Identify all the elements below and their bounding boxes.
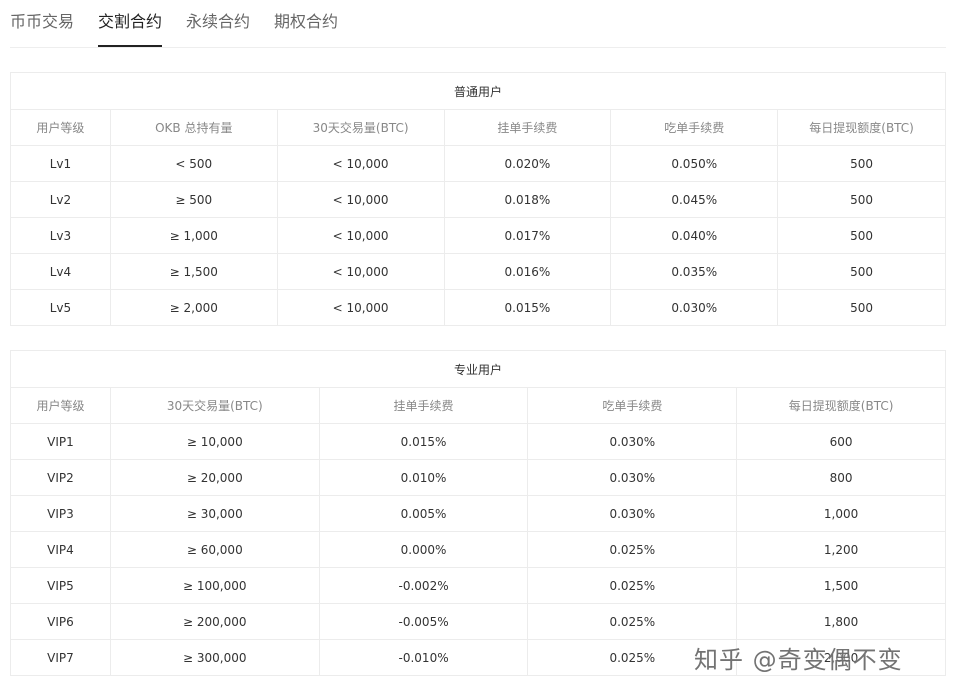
regular-user-title: 普通用户 [10,72,946,110]
volume-cell: ≥ 200,000 [109,603,320,640]
withdrawal-limit-cell: 500 [777,289,946,326]
withdrawal-limit-cell: 1,000 [736,495,946,532]
header-taker-fee: 吃单手续费 [610,109,779,146]
maker-fee-cell: 0.016% [443,253,612,290]
taker-fee-cell: 0.025% [527,531,738,568]
header-okb-holdings: OKB 总持有量 [109,109,278,146]
level-cell: Lv5 [10,289,111,326]
maker-fee-cell: 0.020% [443,145,612,182]
maker-fee-cell: 0.017% [443,217,612,254]
okb-holdings-cell: ≥ 1,000 [109,217,278,254]
table-row: VIP2 ≥ 20,000 0.010% 0.030% 800 [10,459,946,496]
volume-cell: ≥ 10,000 [109,423,320,460]
header-user-level: 用户等级 [10,109,111,146]
volume-cell: < 10,000 [276,181,445,218]
level-cell: Lv3 [10,217,111,254]
product-tabs: 币币交易 交割合约 永续合约 期权合约 [10,0,946,48]
tab-futures[interactable]: 交割合约 [98,12,163,47]
volume-cell: ≥ 30,000 [109,495,320,532]
okb-holdings-cell: ≥ 2,000 [109,289,278,326]
volume-cell: ≥ 60,000 [109,531,320,568]
table-row: Lv2 ≥ 500 < 10,000 0.018% 0.045% 500 [10,181,946,218]
maker-fee-cell: -0.010% [318,639,529,676]
pro-user-fee-table: 专业用户 用户等级 30天交易量(BTC) 挂单手续费 吃单手续费 每日提现额度… [10,350,946,676]
tab-spot[interactable]: 币币交易 [10,12,74,46]
level-cell: VIP2 [10,459,111,496]
volume-cell: ≥ 20,000 [109,459,320,496]
withdrawal-limit-cell: 500 [777,181,946,218]
level-cell: Lv4 [10,253,111,290]
okb-holdings-cell: ≥ 1,500 [109,253,278,290]
volume-cell: < 10,000 [276,217,445,254]
table-row: VIP5 ≥ 100,000 -0.002% 0.025% 1,500 [10,567,946,604]
header-withdrawal-limit: 每日提现额度(BTC) [736,387,946,424]
taker-fee-cell: 0.040% [610,217,779,254]
taker-fee-cell: 0.035% [610,253,779,290]
table-row: VIP6 ≥ 200,000 -0.005% 0.025% 1,800 [10,603,946,640]
table-row: Lv3 ≥ 1,000 < 10,000 0.017% 0.040% 500 [10,217,946,254]
tab-options[interactable]: 期权合约 [274,12,338,46]
table-row: Lv4 ≥ 1,500 < 10,000 0.016% 0.035% 500 [10,253,946,290]
table-row: VIP4 ≥ 60,000 0.000% 0.025% 1,200 [10,531,946,568]
level-cell: VIP6 [10,603,111,640]
regular-user-fee-table: 普通用户 用户等级 OKB 总持有量 30天交易量(BTC) 挂单手续费 吃单手… [10,72,946,326]
taker-fee-cell: 0.025% [527,567,738,604]
level-cell: VIP1 [10,423,111,460]
taker-fee-cell: 0.050% [610,145,779,182]
volume-cell: ≥ 100,000 [109,567,320,604]
taker-fee-cell: 0.030% [527,423,738,460]
maker-fee-cell: 0.015% [318,423,529,460]
maker-fee-cell: 0.000% [318,531,529,568]
zhihu-watermark: 知乎 @奇变偶不变 [694,646,903,674]
withdrawal-limit-cell: 600 [736,423,946,460]
maker-fee-cell: 0.018% [443,181,612,218]
withdrawal-limit-cell: 800 [736,459,946,496]
maker-fee-cell: -0.002% [318,567,529,604]
header-user-level: 用户等级 [10,387,111,424]
header-30d-volume: 30天交易量(BTC) [109,387,320,424]
table-row: Lv1 < 500 < 10,000 0.020% 0.050% 500 [10,145,946,182]
taker-fee-cell: 0.030% [527,495,738,532]
maker-fee-cell: -0.005% [318,603,529,640]
table-row: VIP1 ≥ 10,000 0.015% 0.030% 600 [10,423,946,460]
taker-fee-cell: 0.030% [527,459,738,496]
taker-fee-cell: 0.025% [527,603,738,640]
tab-perpetual[interactable]: 永续合约 [186,12,250,46]
withdrawal-limit-cell: 500 [777,145,946,182]
volume-cell: ≥ 300,000 [109,639,320,676]
level-cell: VIP4 [10,531,111,568]
table-row: VIP3 ≥ 30,000 0.005% 0.030% 1,000 [10,495,946,532]
header-maker-fee: 挂单手续费 [443,109,612,146]
maker-fee-cell: 0.005% [318,495,529,532]
withdrawal-limit-cell: 1,500 [736,567,946,604]
maker-fee-cell: 0.010% [318,459,529,496]
volume-cell: < 10,000 [276,289,445,326]
level-cell: Lv1 [10,145,111,182]
pro-user-title: 专业用户 [10,350,946,388]
taker-fee-cell: 0.030% [610,289,779,326]
maker-fee-cell: 0.015% [443,289,612,326]
level-cell: VIP7 [10,639,111,676]
header-maker-fee: 挂单手续费 [318,387,529,424]
withdrawal-limit-cell: 500 [777,217,946,254]
header-30d-volume: 30天交易量(BTC) [276,109,445,146]
withdrawal-limit-cell: 1,200 [736,531,946,568]
table-row: Lv5 ≥ 2,000 < 10,000 0.015% 0.030% 500 [10,289,946,326]
volume-cell: < 10,000 [276,253,445,290]
okb-holdings-cell: ≥ 500 [109,181,278,218]
level-cell: VIP5 [10,567,111,604]
level-cell: Lv2 [10,181,111,218]
header-withdrawal-limit: 每日提现额度(BTC) [777,109,946,146]
volume-cell: < 10,000 [276,145,445,182]
taker-fee-cell: 0.045% [610,181,779,218]
withdrawal-limit-cell: 500 [777,253,946,290]
okb-holdings-cell: < 500 [109,145,278,182]
header-taker-fee: 吃单手续费 [527,387,738,424]
withdrawal-limit-cell: 1,800 [736,603,946,640]
level-cell: VIP3 [10,495,111,532]
